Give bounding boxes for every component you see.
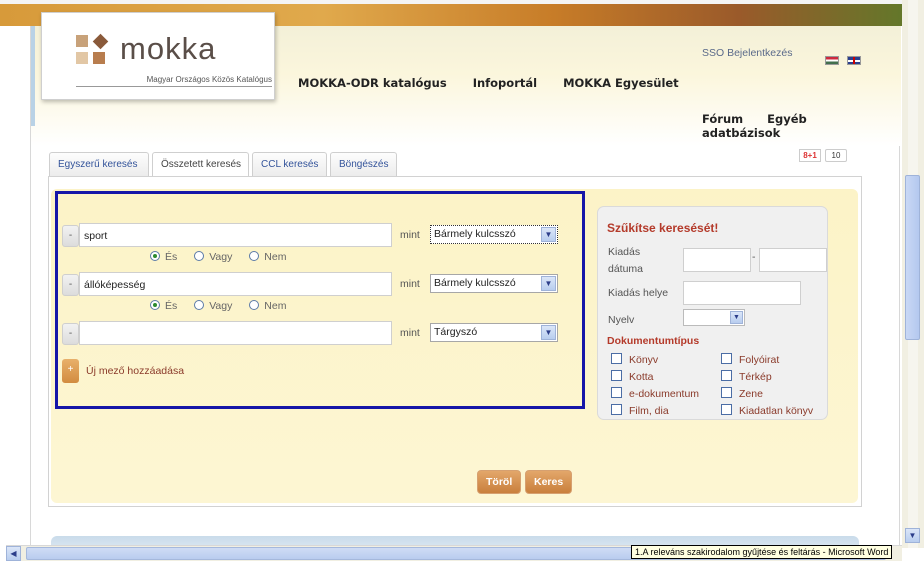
language-select[interactable]: ▼ xyxy=(683,309,745,326)
mint-label: mint xyxy=(400,229,420,241)
date-separator: - xyxy=(752,251,756,263)
language-label: Nyelv xyxy=(608,314,635,326)
checkbox-icon xyxy=(721,370,732,381)
doctype-edocument[interactable]: e-dokumentum xyxy=(611,387,699,400)
operator-not[interactable]: Nem xyxy=(249,251,286,263)
date-label-second-line: dátuma xyxy=(608,263,644,275)
tab-ccl-search[interactable]: CCL keresés xyxy=(252,152,327,176)
search-form-panel: - sport mint Bármely kulcsszó ▼ És Vagy … xyxy=(51,189,858,503)
field-select-value: Bármely kulcsszó xyxy=(434,277,516,289)
taskbar-tooltip: 1.A releváns szakirodalom gyűjtése és fe… xyxy=(631,545,893,559)
google-plus-button[interactable]: 8+1 xyxy=(799,149,821,162)
logo-text: mokka xyxy=(120,31,217,66)
radio-icon xyxy=(194,251,205,261)
query-row: - sport mint Bármely kulcsszó ▼ xyxy=(58,223,578,247)
query-row: - mint Tárgyszó ▼ xyxy=(58,321,578,345)
logo-subtitle: Magyar Országos Közös Katalógus xyxy=(76,75,272,87)
search-term-input[interactable]: állóképesség xyxy=(79,272,392,296)
nav-infoportal[interactable]: Infoportál xyxy=(473,76,537,90)
checkbox-icon xyxy=(721,353,732,364)
chevron-down-icon[interactable]: ▼ xyxy=(730,311,743,324)
chevron-down-icon[interactable]: ▼ xyxy=(541,276,556,291)
doctype-journal[interactable]: Folyóirat xyxy=(721,353,779,366)
doctype-unpublished-book[interactable]: Kiadatlan könyv xyxy=(721,404,813,417)
query-builder: - sport mint Bármely kulcsszó ▼ És Vagy … xyxy=(55,191,585,409)
radio-icon xyxy=(150,300,160,310)
nav-mokka-egyesulet[interactable]: MOKKA Egyesület xyxy=(563,76,679,90)
chevron-down-icon[interactable]: ▼ xyxy=(541,227,556,242)
doctype-score[interactable]: Kotta xyxy=(611,370,654,383)
radio-icon xyxy=(194,300,205,310)
doctype-map[interactable]: Térkép xyxy=(721,370,772,383)
field-select-value: Bármely kulcsszó xyxy=(434,228,516,240)
mint-label: mint xyxy=(400,327,420,339)
radio-icon xyxy=(249,251,260,261)
search-button[interactable]: Keres xyxy=(525,470,573,494)
radio-icon xyxy=(249,300,260,310)
checkbox-icon xyxy=(611,387,622,398)
checkbox-icon xyxy=(721,404,732,415)
operator-group: És Vagy Nem xyxy=(150,251,300,267)
narrow-search-panel: Szűkítse keresését! Kiadás dátuma - Kiad… xyxy=(597,206,828,420)
field-select[interactable]: Bármely kulcsszó ▼ xyxy=(430,225,558,244)
google-plus-count: 10 xyxy=(825,149,847,162)
nav-mokka-odr[interactable]: MOKKA-ODR katalógus xyxy=(298,76,447,90)
doctype-book[interactable]: Könyv xyxy=(611,353,658,366)
checkbox-icon xyxy=(611,404,622,415)
clear-button[interactable]: Töröl xyxy=(477,470,522,494)
scroll-down-icon[interactable]: ▼ xyxy=(905,528,920,543)
secondary-navigation: Fórum Egyéb adatbázisok xyxy=(702,112,899,140)
logo[interactable]: mokka Magyar Országos Közös Katalógus xyxy=(41,12,275,100)
date-from-input[interactable] xyxy=(683,248,751,272)
tab-browse[interactable]: Böngészés xyxy=(330,152,397,176)
vertical-scrollbar[interactable]: ▼ xyxy=(902,0,924,548)
add-field-button[interactable]: + xyxy=(62,359,79,383)
remove-row-button[interactable]: - xyxy=(62,225,79,247)
narrow-title: Szűkítse keresését! xyxy=(607,221,719,235)
operator-or[interactable]: Vagy xyxy=(194,300,232,312)
logo-mark-icon xyxy=(76,33,109,65)
tab-simple-search[interactable]: Egyszerű keresés xyxy=(49,152,149,176)
scrollbar-thumb[interactable] xyxy=(905,175,920,340)
search-term-input[interactable]: sport xyxy=(79,223,392,247)
checkbox-icon xyxy=(721,387,732,398)
operator-and[interactable]: És xyxy=(150,251,177,263)
doctype-film[interactable]: Film, dia xyxy=(611,404,669,417)
search-main-area: - sport mint Bármely kulcsszó ▼ És Vagy … xyxy=(48,176,862,507)
checkbox-icon xyxy=(611,370,622,381)
field-select[interactable]: Bármely kulcsszó ▼ xyxy=(430,274,558,293)
operator-group: És Vagy Nem xyxy=(150,300,300,316)
checkbox-icon xyxy=(611,353,622,364)
field-select-value: Tárgyszó xyxy=(434,326,478,338)
radio-icon xyxy=(150,251,160,261)
hungarian-flag-icon[interactable] xyxy=(825,56,839,65)
operator-and[interactable]: És xyxy=(150,300,177,312)
query-row: - állóképesség mint Bármely kulcsszó ▼ xyxy=(58,272,578,296)
date-label: Kiadás xyxy=(608,246,641,258)
doctype-music[interactable]: Zene xyxy=(721,387,763,400)
add-field-link[interactable]: Új mező hozzáadása xyxy=(86,365,184,377)
remove-row-button[interactable]: - xyxy=(62,323,79,345)
mint-label: mint xyxy=(400,278,420,290)
operator-or[interactable]: Vagy xyxy=(194,251,232,263)
top-navigation: MOKKA-ODR katalógus Infoportál MOKKA Egy… xyxy=(298,76,701,90)
sso-login-link[interactable]: SSO Bejelentkezés xyxy=(702,47,792,59)
field-select[interactable]: Tárgyszó ▼ xyxy=(430,323,558,342)
operator-not[interactable]: Nem xyxy=(249,300,286,312)
place-label: Kiadás helye xyxy=(608,287,669,299)
tab-advanced-search[interactable]: Összetett keresés xyxy=(152,152,249,177)
date-to-input[interactable] xyxy=(759,248,827,272)
page: mokka Magyar Országos Közös Katalógus MO… xyxy=(30,12,901,550)
search-term-input[interactable] xyxy=(79,321,392,345)
nav-forum[interactable]: Fórum xyxy=(702,112,743,126)
place-input[interactable] xyxy=(683,281,801,305)
document-type-title: Dokumentumtípus xyxy=(607,335,700,347)
scroll-left-icon[interactable]: ◀ xyxy=(6,546,21,561)
chevron-down-icon[interactable]: ▼ xyxy=(541,325,556,340)
remove-row-button[interactable]: - xyxy=(62,274,79,296)
english-flag-icon[interactable] xyxy=(847,56,861,65)
